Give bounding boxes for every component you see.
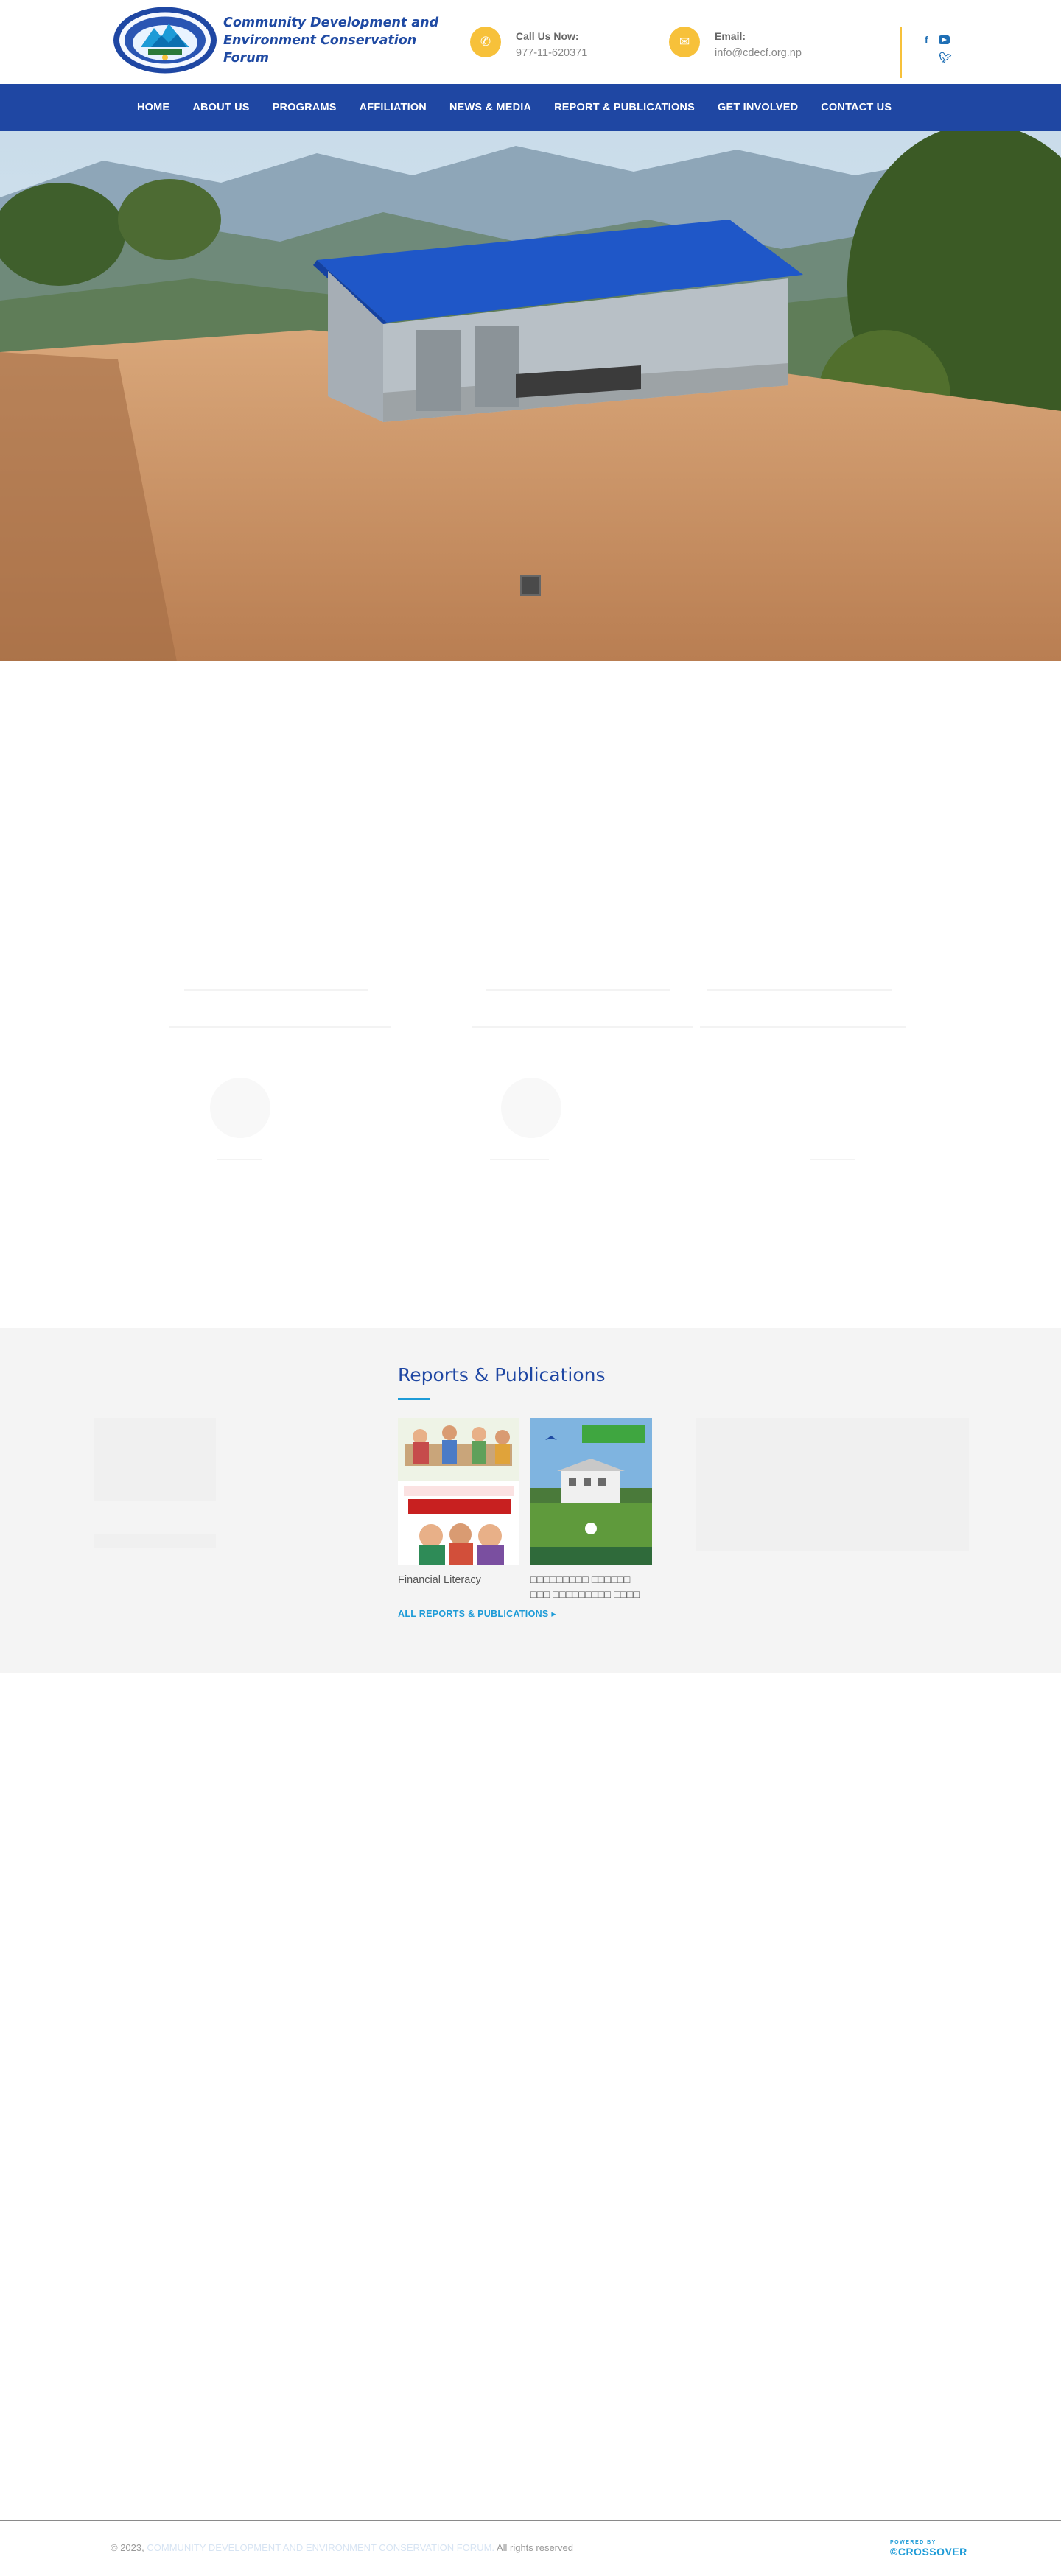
publication-cover[interactable] <box>398 1418 519 1565</box>
faded-text <box>810 1159 855 1160</box>
phone-icon: ✆ <box>470 27 501 57</box>
publication-caption[interactable]: Financial Literacy <box>398 1573 519 1587</box>
phone-contact: ✆ Call Us Now: 977-11-620371 <box>470 27 587 63</box>
powered-by-label: POWERED BY <box>890 2540 936 2545</box>
powered-by-badge[interactable]: POWERED BY ©CROSSOVER <box>890 2539 967 2560</box>
copyright-suffix: All rights reserved <box>496 2542 573 2553</box>
publication-cover[interactable] <box>530 1418 652 1565</box>
powered-by-brand-text: CROSSOVER <box>897 2546 967 2558</box>
caret-right-icon: ▸ <box>551 1609 556 1619</box>
nav-programs[interactable]: PROGRAMS <box>273 102 337 113</box>
faded-text <box>217 1159 262 1160</box>
copyright: © 2023, COMMUNITY DEVELOPMENT AND ENVIRO… <box>111 2542 573 2553</box>
org-name: Community Development and Environment Co… <box>223 15 439 66</box>
faded-text <box>490 1159 549 1160</box>
twitter-icon[interactable]: 🐦︎ <box>939 52 952 64</box>
header-divider <box>900 27 902 78</box>
faded-card <box>94 1418 216 1501</box>
envelope-icon: ✉ <box>669 27 700 57</box>
nav-news-media[interactable]: NEWS & MEDIA <box>449 102 531 113</box>
email-value[interactable]: info@cdecf.org.np <box>715 43 802 63</box>
site-footer: © 2023, COMMUNITY DEVELOPMENT AND ENVIRO… <box>0 2520 1061 2576</box>
slider-bullet[interactable] <box>520 575 541 596</box>
faded-text <box>184 989 368 991</box>
all-reports-label: ALL REPORTS & PUBLICATIONS <box>398 1609 549 1619</box>
publication-card[interactable]: Financial Literacy <box>398 1418 519 1587</box>
reports-section: Reports & Publications Financial Literac… <box>0 1328 1061 1673</box>
crossover-logo-icon: © <box>890 2546 898 2558</box>
phone-label: Call Us Now: <box>516 30 579 42</box>
faded-content-section <box>0 661 1061 1328</box>
org-logo <box>113 7 217 74</box>
faded-text <box>700 1026 906 1028</box>
publication-card[interactable]: □□□□□□□□□ □□□□□□ □□□ □□□□□□□□□ □□□□ <box>530 1418 652 1602</box>
faded-text <box>472 1026 693 1028</box>
nav-about-us[interactable]: ABOUT US <box>192 102 249 113</box>
empty-section <box>0 1673 1061 2520</box>
nav-get-involved[interactable]: GET INVOLVED <box>718 102 798 113</box>
faded-card <box>94 1534 216 1548</box>
nav-affiliation[interactable]: AFFILIATION <box>360 102 427 113</box>
nav-home[interactable]: HOME <box>137 102 169 113</box>
title-underline <box>398 1398 430 1400</box>
copyright-prefix: © 2023, <box>111 2542 144 2553</box>
nav-menu: HOME ABOUT US PROGRAMS AFFILIATION NEWS … <box>137 84 914 131</box>
logo-link[interactable]: Community Development and Environment Co… <box>113 6 444 74</box>
powered-by-brand: ©CROSSOVER <box>890 2546 967 2558</box>
faded-text <box>707 989 892 991</box>
email-label: Email: <box>715 30 746 42</box>
all-reports-link[interactable]: ALL REPORTS & PUBLICATIONS ▸ <box>398 1608 556 1619</box>
nav-contact-us[interactable]: CONTACT US <box>821 102 892 113</box>
email-contact: ✉ Email: info@cdecf.org.np <box>669 27 802 63</box>
site-header: Community Development and Environment Co… <box>0 0 1061 84</box>
copyright-org-link[interactable]: COMMUNITY DEVELOPMENT AND ENVIRONMENT CO… <box>147 2542 494 2553</box>
faded-text <box>486 989 670 991</box>
faded-icon <box>210 1078 270 1138</box>
nav-report-publications[interactable]: REPORT & PUBLICATIONS <box>554 102 695 113</box>
reports-title: Reports & Publications <box>398 1364 606 1386</box>
faded-icon <box>501 1078 561 1138</box>
faded-text <box>169 1026 391 1028</box>
facebook-icon[interactable]: f <box>925 34 928 46</box>
main-nav: HOME ABOUT US PROGRAMS AFFILIATION NEWS … <box>0 84 1061 131</box>
hero-slider <box>0 131 1061 661</box>
faded-card <box>696 1418 969 1551</box>
publication-caption[interactable]: □□□□□□□□□ □□□□□□ □□□ □□□□□□□□□ □□□□ <box>530 1573 652 1602</box>
youtube-icon[interactable] <box>939 35 950 44</box>
phone-value[interactable]: 977-11-620371 <box>516 43 587 63</box>
